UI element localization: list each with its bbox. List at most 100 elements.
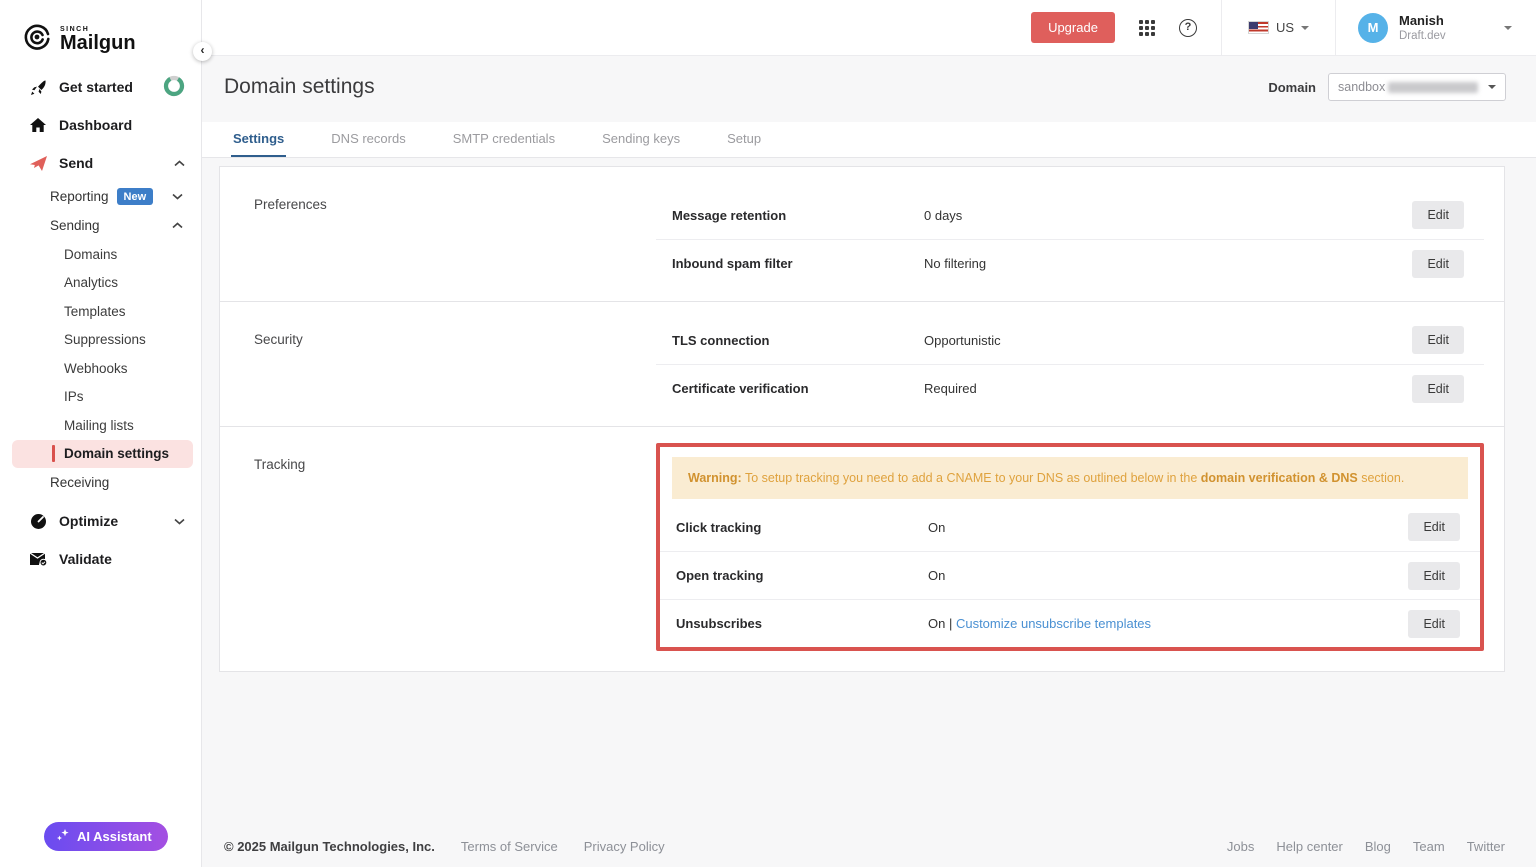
edit-button[interactable]: Edit xyxy=(1412,326,1464,354)
region-label: US xyxy=(1276,20,1294,35)
sidebar-item-get-started[interactable]: Get started xyxy=(0,68,201,106)
sidebar-item-analytics[interactable]: Analytics xyxy=(0,269,201,298)
sidebar-item-reporting[interactable]: Reporting New xyxy=(0,182,201,211)
sidebar-item-validate[interactable]: Validate xyxy=(0,540,201,578)
home-icon xyxy=(29,118,47,133)
sidebar-item-sending[interactable]: Sending xyxy=(0,211,201,240)
redacted-domain-text xyxy=(1388,82,1478,93)
edit-button[interactable]: Edit xyxy=(1408,610,1460,638)
sidebar-item-mailing-lists[interactable]: Mailing lists xyxy=(0,411,201,440)
sidebar-item-label: Optimize xyxy=(59,513,118,529)
user-menu[interactable]: M Manish Draft.dev xyxy=(1336,13,1536,43)
sparkles-icon xyxy=(56,828,70,845)
privacy-policy-link[interactable]: Privacy Policy xyxy=(584,839,665,854)
section-title: Tracking xyxy=(220,427,656,671)
twitter-link[interactable]: Twitter xyxy=(1467,839,1505,854)
terms-of-service-link[interactable]: Terms of Service xyxy=(461,839,558,854)
tab-strip: Settings DNS records SMTP credentials Se… xyxy=(202,122,1536,158)
tab-dns-records[interactable]: DNS records xyxy=(329,122,407,157)
footer: © 2025 Mailgun Technologies, Inc. Terms … xyxy=(202,839,1536,854)
sidebar-item-send[interactable]: Send xyxy=(0,144,201,182)
sidebar-item-domain-settings[interactable]: Domain settings xyxy=(12,440,193,469)
domain-label: Domain xyxy=(1268,80,1316,95)
caret-down-icon xyxy=(1504,26,1512,30)
mailgun-wordmark: Mailgun xyxy=(60,33,136,53)
region-selector[interactable]: US xyxy=(1222,20,1335,35)
upgrade-button[interactable]: Upgrade xyxy=(1031,12,1115,43)
setting-row-click-tracking: Click tracking On Edit xyxy=(660,503,1480,551)
avatar: M xyxy=(1358,13,1388,43)
sidebar-item-dashboard[interactable]: Dashboard xyxy=(0,106,201,144)
setting-row-message-retention: Message retention 0 days Edit xyxy=(656,191,1484,239)
team-link[interactable]: Team xyxy=(1413,839,1445,854)
setting-value: Required xyxy=(924,381,1412,396)
help-center-link[interactable]: Help center xyxy=(1276,839,1342,854)
setting-row-inbound-spam-filter: Inbound spam filter No filtering Edit xyxy=(656,239,1484,287)
copyright: © 2025 Mailgun Technologies, Inc. xyxy=(224,839,435,854)
apps-grid-icon[interactable] xyxy=(1139,20,1155,36)
paper-plane-icon xyxy=(29,156,47,171)
section-tracking: Tracking Warning: To setup tracking you … xyxy=(220,426,1504,671)
sidebar-item-label: Reporting xyxy=(50,189,109,204)
tab-settings[interactable]: Settings xyxy=(231,122,286,157)
ai-assistant-button[interactable]: AI Assistant xyxy=(44,822,168,851)
sidebar-item-templates[interactable]: Templates xyxy=(0,297,201,326)
sidebar: SINCH Mailgun Get started Dashboard xyxy=(0,0,202,867)
jobs-link[interactable]: Jobs xyxy=(1227,839,1254,854)
customize-unsubscribe-templates-link[interactable]: Customize unsubscribe templates xyxy=(956,616,1151,631)
section-preferences: Preferences Message retention 0 days Edi… xyxy=(220,167,1504,301)
chevron-down-icon xyxy=(172,193,183,200)
edit-button[interactable]: Edit xyxy=(1408,562,1460,590)
sidebar-collapse-button[interactable]: ‹ xyxy=(193,42,212,61)
mail-check-icon xyxy=(29,552,47,566)
setting-row-certificate-verification: Certificate verification Required Edit xyxy=(656,364,1484,412)
setting-row-open-tracking: Open tracking On Edit xyxy=(660,551,1480,599)
sidebar-item-webhooks[interactable]: Webhooks xyxy=(0,354,201,383)
page-title: Domain settings xyxy=(224,75,375,99)
sidebar-item-optimize[interactable]: Optimize xyxy=(0,502,201,540)
help-icon[interactable]: ? xyxy=(1179,19,1197,37)
top-bar: Upgrade ? US M Manish Draft.dev xyxy=(202,0,1536,56)
tab-smtp-credentials[interactable]: SMTP credentials xyxy=(451,122,557,157)
caret-down-icon xyxy=(1301,26,1309,30)
caret-down-icon xyxy=(1488,85,1496,89)
active-indicator-bar xyxy=(52,445,55,462)
setting-value: No filtering xyxy=(924,256,1412,271)
new-badge: New xyxy=(117,188,154,205)
setting-value: 0 days xyxy=(924,208,1412,223)
settings-card: Preferences Message retention 0 days Edi… xyxy=(219,166,1505,672)
sidebar-item-label: Send xyxy=(59,155,93,171)
mailgun-logo[interactable]: SINCH Mailgun xyxy=(0,0,201,62)
user-org: Draft.dev xyxy=(1399,30,1446,42)
mailgun-logo-icon xyxy=(22,22,52,57)
setting-row-unsubscribes: Unsubscribes On | Customize unsubscribe … xyxy=(660,599,1480,647)
chevron-up-icon xyxy=(172,222,183,229)
setting-value: On xyxy=(928,520,1408,535)
tracking-warning-banner: Warning: To setup tracking you need to a… xyxy=(672,457,1468,499)
sidebar-item-label: Get started xyxy=(59,79,133,95)
setting-value: On | Customize unsubscribe templates xyxy=(928,616,1408,631)
sidebar-item-ips[interactable]: IPs xyxy=(0,383,201,412)
sidebar-item-domains[interactable]: Domains xyxy=(0,240,201,269)
setting-row-tls-connection: TLS connection Opportunistic Edit xyxy=(656,316,1484,364)
gauge-icon xyxy=(29,513,47,530)
user-name: Manish xyxy=(1399,13,1446,29)
edit-button[interactable]: Edit xyxy=(1412,375,1464,403)
setting-value: Opportunistic xyxy=(924,333,1412,348)
tab-setup[interactable]: Setup xyxy=(725,122,763,157)
section-title: Preferences xyxy=(220,167,656,301)
sidebar-item-suppressions[interactable]: Suppressions xyxy=(0,326,201,355)
tracking-highlight-box: Warning: To setup tracking you need to a… xyxy=(656,443,1484,651)
tab-sending-keys[interactable]: Sending keys xyxy=(600,122,682,157)
sidebar-item-receiving[interactable]: Receiving xyxy=(0,468,201,497)
domain-select[interactable]: sandbox xyxy=(1328,73,1506,101)
sidebar-item-label: Dashboard xyxy=(59,117,132,133)
title-bar: Domain settings Domain sandbox xyxy=(202,56,1536,118)
blog-link[interactable]: Blog xyxy=(1365,839,1391,854)
domain-select-value: sandbox xyxy=(1338,80,1385,94)
chevron-down-icon xyxy=(174,518,185,525)
edit-button[interactable]: Edit xyxy=(1412,201,1464,229)
section-security: Security TLS connection Opportunistic Ed… xyxy=(220,301,1504,426)
edit-button[interactable]: Edit xyxy=(1412,250,1464,278)
edit-button[interactable]: Edit xyxy=(1408,513,1460,541)
